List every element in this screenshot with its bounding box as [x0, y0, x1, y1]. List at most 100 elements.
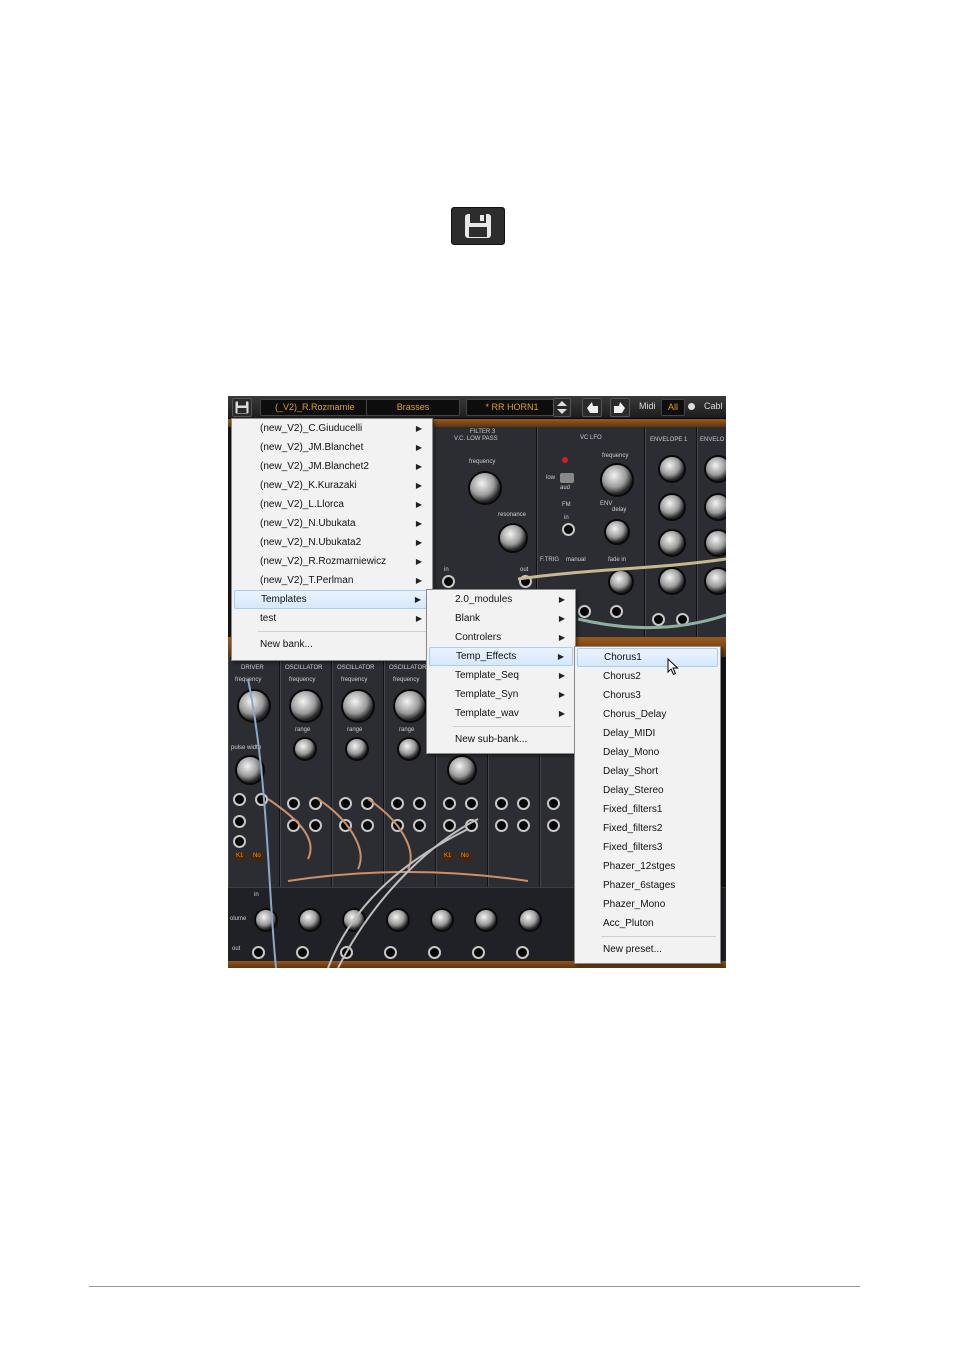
preset-item-fixed-filters1[interactable]: Fixed_filters1 [577, 800, 718, 819]
menu-item-label: (new_V2)_JM.Blanchet [260, 442, 364, 453]
chevron-right-icon: ▶ [415, 481, 422, 490]
chevron-right-icon: ▶ [415, 500, 422, 509]
chevron-right-icon: ▶ [558, 709, 565, 718]
menu-item-label: Delay_MIDI [603, 728, 656, 739]
chevron-right-icon: ▶ [558, 614, 565, 623]
menu-separator [453, 726, 571, 727]
chevron-right-icon: ▶ [415, 519, 422, 528]
save-icon [465, 214, 491, 238]
subbank-item-template-seq[interactable]: Template_Seq ▶ [429, 666, 573, 685]
menu-item-label: Fixed_filters1 [603, 804, 663, 815]
previous-patch-button[interactable] [582, 398, 602, 417]
bank-item-test[interactable]: test ▶ [234, 609, 430, 628]
menu-item-label: Chorus2 [603, 671, 641, 682]
bank-item-r-rozmarniewicz[interactable]: (new_V2)_R.Rozmarniewicz ▶ [234, 552, 430, 571]
preset-item-delay-short[interactable]: Delay_Short [577, 762, 718, 781]
chevron-right-icon: ▶ [558, 595, 565, 604]
menu-item-label: Phazer_Mono [603, 899, 666, 910]
menu-item-label: (new_V2)_R.Rozmarniewicz [260, 556, 387, 567]
menu-item-label: Phazer_12stges [603, 861, 676, 872]
bank-item-jm-blanchet2[interactable]: (new_V2)_JM.Blanchet2 ▶ [234, 457, 430, 476]
preset-item-phazer-6stages[interactable]: Phazer_6stages [577, 876, 718, 895]
synth-screenshot: (_V2)_R.Rozmarnie Brasses * RR HORN1 Mid… [228, 396, 726, 968]
bank-item-jm-blanchet[interactable]: (new_V2)_JM.Blanchet ▶ [234, 438, 430, 457]
midi-activity-led [688, 403, 695, 410]
preset-toolbar: (_V2)_R.Rozmarnie Brasses * RR HORN1 Mid… [228, 396, 726, 419]
category-selector[interactable]: Brasses [366, 399, 460, 416]
new-bank-item[interactable]: New bank... [234, 635, 430, 654]
menu-item-label: Acc_Pluton [603, 918, 654, 929]
menu-item-label: (new_V2)_K.Kurazaki [260, 480, 357, 491]
bank-item-t-perlman[interactable]: (new_V2)_T.Perlman ▶ [234, 571, 430, 590]
preset-item-phazer-12stges[interactable]: Phazer_12stges [577, 857, 718, 876]
menu-item-label: New bank... [260, 639, 313, 650]
subbank-item-template-syn[interactable]: Template_Syn ▶ [429, 685, 573, 704]
new-preset-item[interactable]: New preset... [577, 940, 718, 959]
preset-item-delay-mono[interactable]: Delay_Mono [577, 743, 718, 762]
menu-item-label: Chorus3 [603, 690, 641, 701]
bank-item-templates[interactable]: Templates ▶ [234, 590, 430, 609]
preset-menu: Chorus1 Chorus2 Chorus3 Chorus_Delay Del… [574, 646, 721, 964]
preset-item-chorus1[interactable]: Chorus1 [577, 648, 718, 667]
chevron-right-icon: ▶ [415, 614, 422, 623]
menu-item-label: (new_V2)_L.Llorca [260, 499, 344, 510]
menu-item-label: Templates [261, 594, 307, 605]
preset-item-phazer-mono[interactable]: Phazer_Mono [577, 895, 718, 914]
midi-channel-selector[interactable]: All [661, 399, 685, 416]
menu-item-label: Blank [455, 613, 481, 624]
bank-item-n-ubukata2[interactable]: (new_V2)_N.Ubukata2 ▶ [234, 533, 430, 552]
chevron-right-icon: ▶ [415, 538, 422, 547]
subbank-item-template-wav[interactable]: Template_wav ▶ [429, 704, 573, 723]
preset-item-acc-pluton[interactable]: Acc_Pluton [577, 914, 718, 933]
chevron-right-icon: ▶ [415, 557, 422, 566]
preset-item-delay-stereo[interactable]: Delay_Stereo [577, 781, 718, 800]
menu-separator [258, 631, 428, 632]
midi-label: Midi [639, 401, 656, 411]
bank-item-k-kurazaki[interactable]: (new_V2)_K.Kurazaki ▶ [234, 476, 430, 495]
preset-selector[interactable]: * RR HORN1 [466, 399, 558, 416]
menu-item-label: Temp_Effects [456, 651, 517, 662]
subbank-item-controlers[interactable]: Controlers ▶ [429, 628, 573, 647]
bank-selector[interactable]: (_V2)_R.Rozmarnie [260, 399, 374, 416]
subbank-item-temp-effects[interactable]: Temp_Effects ▶ [429, 647, 573, 666]
preset-item-fixed-filters2[interactable]: Fixed_filters2 [577, 819, 718, 838]
subbank-item-2-0-modules[interactable]: 2.0_modules ▶ [429, 590, 573, 609]
menu-item-label: 2.0_modules [455, 594, 513, 605]
preset-item-chorus-delay[interactable]: Chorus_Delay [577, 705, 718, 724]
menu-item-label: New preset... [603, 944, 662, 955]
chevron-right-icon: ▶ [557, 652, 564, 661]
chevron-right-icon: ▶ [415, 576, 422, 585]
menu-item-label: Template_Seq [455, 670, 519, 681]
chevron-right-icon: ▶ [415, 462, 422, 471]
chevron-right-icon: ▶ [558, 633, 565, 642]
save-preset-button[interactable] [451, 207, 505, 245]
preset-item-fixed-filters3[interactable]: Fixed_filters3 [577, 838, 718, 857]
save-button[interactable] [232, 398, 252, 417]
menu-item-label: (new_V2)_N.Ubukata2 [260, 537, 362, 548]
subbank-item-blank[interactable]: Blank ▶ [429, 609, 573, 628]
bank-item-l-llorca[interactable]: (new_V2)_L.Llorca ▶ [234, 495, 430, 514]
bank-menu: (new_V2)_C.Giuducelli ▶ (new_V2)_JM.Blanc… [231, 418, 433, 661]
preset-stepper[interactable] [553, 398, 571, 417]
menu-item-label: Controlers [455, 632, 502, 643]
save-icon [235, 401, 249, 414]
menu-item-label: New sub-bank... [455, 734, 528, 745]
hand-right-icon [614, 402, 625, 413]
preset-item-chorus2[interactable]: Chorus2 [577, 667, 718, 686]
menu-item-label: Template_wav [455, 708, 519, 719]
sub-bank-menu: 2.0_modules ▶ Blank ▶ Controlers ▶ Temp_Eff… [426, 589, 576, 754]
menu-item-label: Fixed_filters2 [603, 823, 663, 834]
new-sub-bank-item[interactable]: New sub-bank... [429, 730, 573, 749]
chevron-right-icon: ▶ [414, 595, 421, 604]
preset-item-delay-midi[interactable]: Delay_MIDI [577, 724, 718, 743]
next-patch-button[interactable] [610, 398, 630, 417]
menu-item-label: (new_V2)_T.Perlman [260, 575, 354, 586]
bank-item-n-ubukata[interactable]: (new_V2)_N.Ubukata ▶ [234, 514, 430, 533]
menu-item-label: Delay_Short [603, 766, 659, 777]
menu-item-label: Chorus_Delay [603, 709, 667, 720]
chevron-right-icon: ▶ [558, 671, 565, 680]
menu-item-label: Phazer_6stages [603, 880, 676, 891]
bank-item-c-giuducelli[interactable]: (new_V2)_C.Giuducelli ▶ [234, 419, 430, 438]
preset-item-chorus3[interactable]: Chorus3 [577, 686, 718, 705]
page-divider [89, 1286, 860, 1287]
